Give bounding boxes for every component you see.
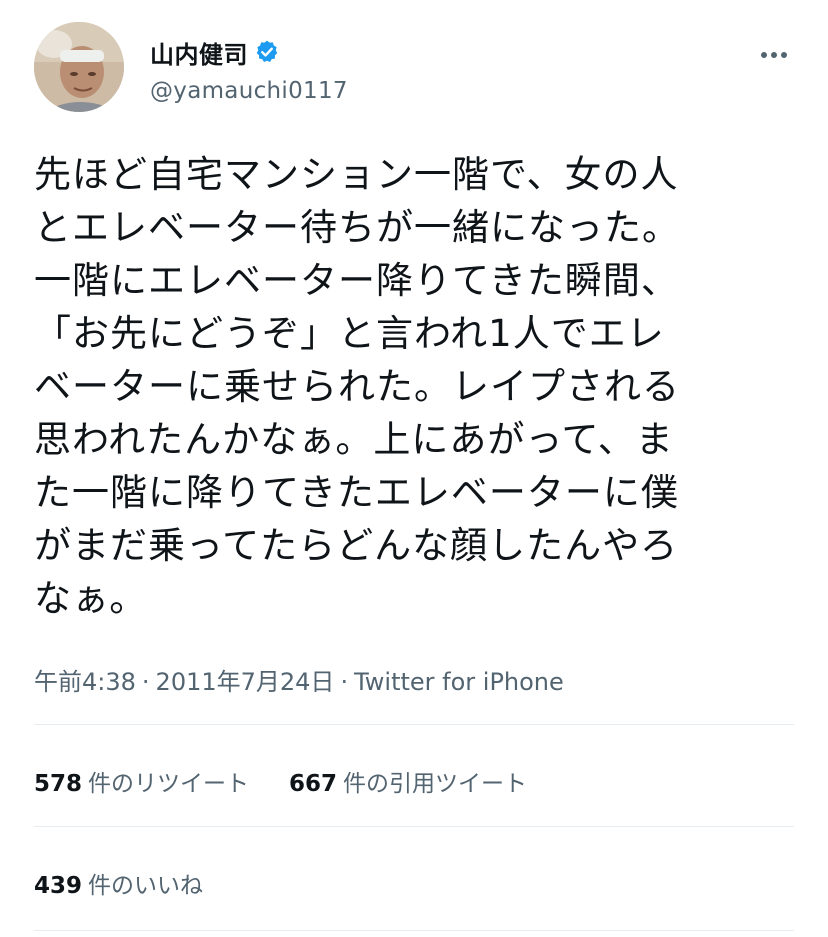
author-names: 山内健司 @yamauchi0117 (150, 35, 348, 105)
quotes-stat[interactable]: 667 件の引用ツイート (289, 764, 527, 798)
likes-stat[interactable]: 439 件のいいね (34, 866, 203, 900)
retweets-count: 578 (34, 771, 83, 797)
tweet-date[interactable]: 2011年7月24日 (156, 668, 335, 696)
divider (34, 930, 794, 931)
tweet-text: 先ほど自宅マンション一階で、女の人 とエレベーター待ちが一緒になった。 一階にエ… (34, 153, 680, 620)
tweet-meta: 午前4:38 · 2011年7月24日 · Twitter for iPhone (34, 662, 564, 697)
likes-label: 件のいいね (88, 873, 204, 899)
stats-row-likes: 439 件のいいね (34, 866, 243, 900)
divider (34, 826, 794, 827)
avatar[interactable] (34, 22, 124, 112)
quotes-label: 件の引用ツイート (343, 771, 528, 797)
tweet-card: 山内健司 @yamauchi0117 先ほど自宅マンション一階で、女の人 とエレ… (0, 0, 828, 937)
tweet-source[interactable]: Twitter for iPhone (354, 668, 564, 696)
meta-separator: · (141, 668, 150, 696)
tweet-header: 山内健司 @yamauchi0117 (34, 22, 794, 122)
retweets-label: 件のリツイート (88, 771, 250, 797)
verified-badge-icon (254, 39, 280, 65)
divider (34, 724, 794, 725)
tweet-time[interactable]: 午前4:38 (34, 668, 136, 696)
meta-separator: · (340, 668, 349, 696)
avatar-photo (34, 22, 124, 112)
retweets-stat[interactable]: 578 件のリツイート (34, 764, 249, 798)
author-handle[interactable]: @yamauchi0117 (150, 78, 348, 104)
more-options-icon[interactable] (754, 40, 794, 70)
stats-row-retweets: 578 件のリツイート 667 件の引用ツイート (34, 764, 567, 798)
display-name[interactable]: 山内健司 (150, 35, 248, 70)
display-name-row: 山内健司 (150, 35, 348, 70)
quotes-count: 667 (289, 771, 338, 797)
likes-count: 439 (34, 873, 83, 899)
